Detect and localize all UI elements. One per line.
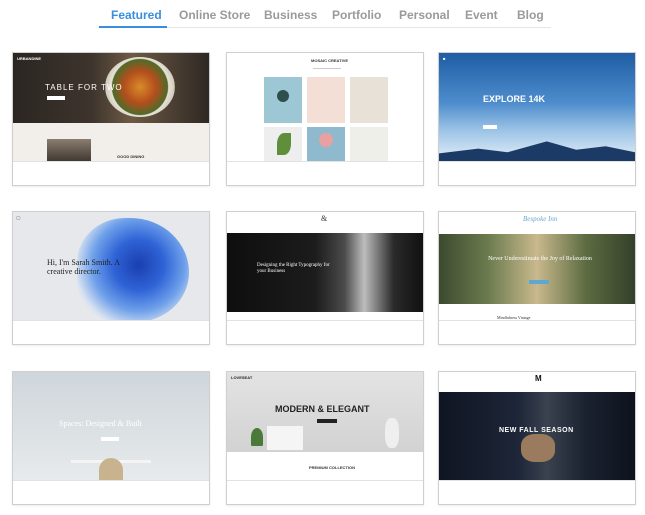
tab-featured[interactable]: Featured <box>111 8 162 22</box>
template-headline: Spaces: Designed & Built <box>59 419 142 428</box>
template-card-bespoke[interactable]: Bespoke Inn Never Underestimate the Joy … <box>438 211 636 345</box>
template-card-footer <box>439 161 635 185</box>
template-card-loveseat[interactable]: LOVESEAT MODERN & ELEGANT PREMIUM COLLEC… <box>226 371 424 505</box>
template-preview: URBANDINE TABLE FOR TWO GOOD DINING <box>13 53 209 163</box>
template-card-footer <box>227 161 423 185</box>
template-subline: GOOD DINING <box>117 154 145 159</box>
template-card-sarah[interactable]: ◯ Hi, I'm Sarah Smith. A creative direct… <box>12 211 210 345</box>
template-card-footer <box>13 161 209 185</box>
template-card-footer <box>13 320 209 344</box>
template-card-footer <box>439 480 635 504</box>
template-card-explore[interactable]: ■ EXPLORE 14K <box>438 52 636 186</box>
template-headline: MODERN & ELEGANT <box>275 404 370 414</box>
template-preview: Bespoke Inn Never Underestimate the Joy … <box>439 212 635 322</box>
template-logo: M <box>535 374 542 383</box>
template-preview: ◯ Hi, I'm Sarah Smith. A creative direct… <box>13 212 209 322</box>
template-subline: PREMIUM COLLECTION <box>309 465 355 470</box>
tab-business[interactable]: Business <box>264 8 317 22</box>
template-preview: & Designing the Right Typography for you… <box>227 212 423 322</box>
tab-personal[interactable]: Personal <box>399 8 450 22</box>
template-card-footer <box>13 480 209 504</box>
tab-blog[interactable]: Blog <box>517 8 544 22</box>
tab-portfolio[interactable]: Portfolio <box>332 8 381 22</box>
template-logo: LOVESEAT <box>231 375 253 380</box>
template-logo: MOSAIC CREATIVE <box>311 58 349 63</box>
template-category-tabs: Featured Online Store Business Portfolio… <box>0 0 645 30</box>
template-headline: NEW FALL SEASON <box>499 427 574 434</box>
template-card-footer <box>227 480 423 504</box>
template-headline: Never Underestimate the Joy of Relaxatio… <box>488 256 592 262</box>
template-headline: EXPLORE 14K <box>483 94 546 104</box>
template-preview: M NEW FALL SEASON <box>439 372 635 482</box>
template-headline: Hi, I'm Sarah Smith. A creative director… <box>47 258 120 276</box>
template-logo: Bespoke Inn <box>523 215 558 223</box>
template-card-fall-season[interactable]: M NEW FALL SEASON <box>438 371 636 505</box>
template-card-footer <box>439 320 635 344</box>
active-tab-indicator <box>99 26 167 28</box>
template-preview: LOVESEAT MODERN & ELEGANT PREMIUM COLLEC… <box>227 372 423 482</box>
template-headline: Designing the Right Typography for your … <box>257 263 330 274</box>
tab-online-store[interactable]: Online Store <box>179 8 250 22</box>
template-card-spaces[interactable]: Spaces: Designed & Built <box>12 371 210 505</box>
template-headline: TABLE FOR TWO <box>45 83 123 92</box>
tab-event[interactable]: Event <box>465 8 498 22</box>
template-card-footer <box>227 320 423 344</box>
template-logo: URBANDINE <box>17 56 41 61</box>
template-card-mosaic[interactable]: MOSAIC CREATIVE <box>226 52 424 186</box>
template-card-urbandine[interactable]: URBANDINE TABLE FOR TWO GOOD DINING <box>12 52 210 186</box>
template-preview: ■ EXPLORE 14K <box>439 53 635 163</box>
template-card-typography[interactable]: & Designing the Right Typography for you… <box>226 211 424 345</box>
template-preview: MOSAIC CREATIVE <box>227 53 423 163</box>
template-preview: Spaces: Designed & Built <box>13 372 209 482</box>
